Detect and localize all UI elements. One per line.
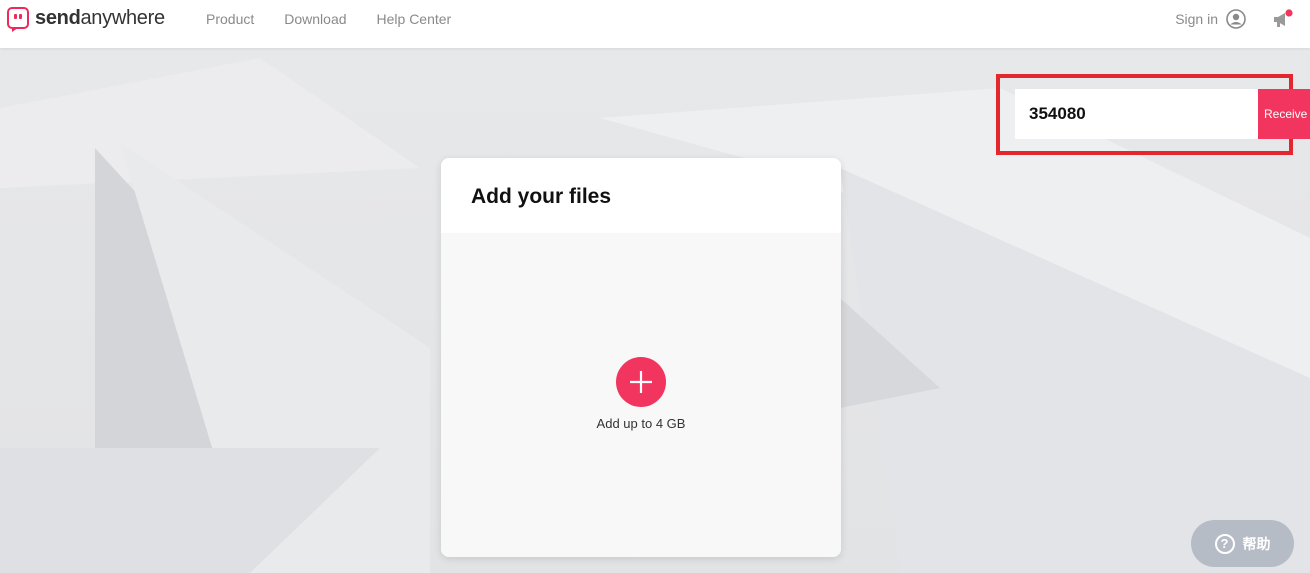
main-nav: Product Download Help Center xyxy=(206,11,481,27)
card-header: Add your files xyxy=(441,158,841,233)
question-icon: ? xyxy=(1214,533,1235,554)
add-files-button[interactable] xyxy=(616,357,666,407)
user-account-icon xyxy=(1226,9,1246,29)
add-files-card: Add your files Add up to 4 GB xyxy=(441,158,841,557)
help-button[interactable]: ? 帮助 xyxy=(1191,520,1294,567)
top-navigation-bar: sendanywhere Product Download Help Cente… xyxy=(0,0,1310,48)
nav-product[interactable]: Product xyxy=(206,11,254,27)
sendanywhere-logo[interactable]: sendanywhere xyxy=(7,5,165,32)
receive-panel: Receive xyxy=(1015,89,1310,139)
megaphone-icon[interactable] xyxy=(1272,9,1294,29)
sign-in-label: Sign in xyxy=(1175,11,1218,27)
card-title: Add your files xyxy=(471,185,612,208)
size-limit-caption: Add up to 4 GB xyxy=(596,416,686,431)
logo-icon xyxy=(7,7,29,32)
receive-button[interactable]: Receive xyxy=(1258,89,1310,139)
file-drop-zone[interactable]: Add up to 4 GB xyxy=(441,233,841,557)
logo-text-bold: send xyxy=(35,6,81,29)
plus-icon xyxy=(630,371,652,393)
sign-in-button[interactable]: Sign in xyxy=(1175,9,1246,29)
logo-text: sendanywhere xyxy=(35,7,165,30)
help-label: 帮助 xyxy=(1242,536,1271,553)
receive-code-input[interactable] xyxy=(1015,89,1258,139)
logo-text-rest: anywhere xyxy=(80,6,165,29)
nav-download[interactable]: Download xyxy=(284,11,346,27)
nav-help-center[interactable]: Help Center xyxy=(377,11,452,27)
